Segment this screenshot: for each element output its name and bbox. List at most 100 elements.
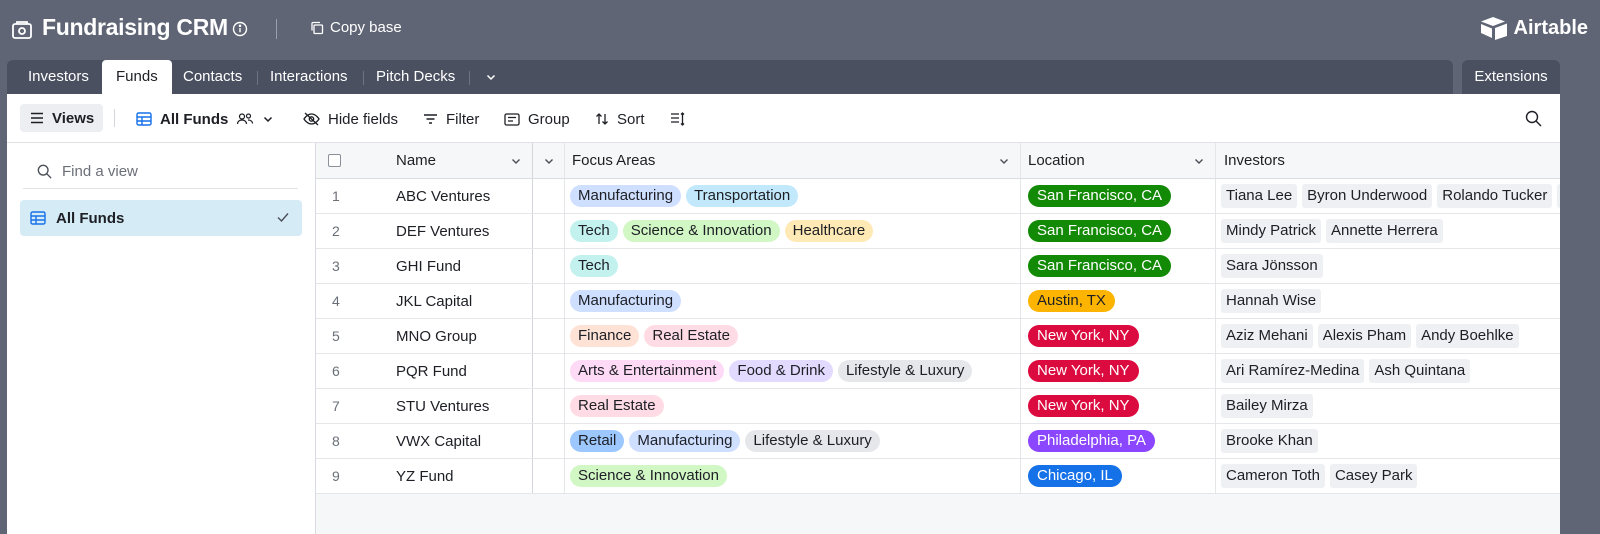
table-row[interactable]: 3 GHI Fund Tech San Francisco, CA Sara Jönss…	[316, 249, 1560, 284]
column-header-focus-areas[interactable]: Focus Areas	[565, 143, 1021, 178]
cell-focus-areas[interactable]: Arts & Entertainment Food & Drink Lifestyl…	[565, 354, 1021, 388]
chevron-down-icon[interactable]	[998, 155, 1010, 167]
cell-location[interactable]: New York, NY	[1021, 354, 1216, 388]
investor-link-chip[interactable]: Alexis Pham	[1317, 324, 1412, 348]
cell-spacer[interactable]	[533, 179, 565, 213]
table-row[interactable]: 2 DEF Ventures Tech Science & Innovation Hea…	[316, 214, 1560, 249]
investor-link-chip[interactable]: Ash Quintana	[1369, 359, 1471, 383]
cell-investors[interactable]: Mindy Patrick Annette Herrera	[1216, 214, 1560, 248]
column-header-investors[interactable]: Investors	[1216, 143, 1560, 178]
table-row[interactable]: 7 STU Ventures Real Estate New York, NY Bail…	[316, 389, 1560, 424]
tab-interactions[interactable]: Interactions	[256, 60, 362, 94]
cell-name[interactable]: GHI Fund	[386, 249, 533, 283]
investor-link-chip[interactable]: Sara Jönsson	[1221, 254, 1323, 278]
info-icon[interactable]	[232, 21, 248, 37]
investor-link-chip[interactable]: Ari Ramírez-Medina	[1221, 359, 1365, 383]
table-row[interactable]: 6 PQR Fund Arts & Entertainment Food & Drin…	[316, 354, 1560, 389]
row-height-button[interactable]	[670, 106, 686, 132]
investor-link-chip[interactable]: Rolando Tucker	[1437, 184, 1553, 208]
cell-focus-areas[interactable]: Tech	[565, 249, 1021, 283]
cell-location[interactable]: Philadelphia, PA	[1021, 424, 1216, 458]
column-header-spacer[interactable]	[533, 143, 565, 178]
cell-spacer[interactable]	[533, 319, 565, 353]
investor-link-chip[interactable]: Andy Boehlke	[1416, 324, 1519, 348]
cell-name[interactable]: STU Ventures	[386, 389, 533, 423]
cell-name[interactable]: VWX Capital	[386, 424, 533, 458]
table-row[interactable]: 4 JKL Capital Manufacturing Austin, TX Hanna…	[316, 284, 1560, 319]
investor-link-chip[interactable]: Annette Herrera	[1326, 219, 1443, 243]
cell-investors[interactable]: Cameron Toth Casey Park	[1216, 459, 1560, 493]
cell-focus-areas[interactable]: Manufacturing Transportation	[565, 179, 1021, 213]
cell-name[interactable]: JKL Capital	[386, 284, 533, 318]
table-row[interactable]: 5 MNO Group Finance Real Estate New York, NY…	[316, 319, 1560, 354]
base-title[interactable]: Fundraising CRM	[42, 14, 228, 41]
investor-link-chip[interactable]: Mindy Patrick	[1221, 219, 1322, 243]
column-header-location[interactable]: Location	[1021, 143, 1216, 178]
cell-investors[interactable]: Sara Jönsson	[1216, 249, 1560, 283]
cell-focus-areas[interactable]: Tech Science & Innovation Healthcare	[565, 214, 1021, 248]
extensions-button[interactable]: Extensions	[1462, 60, 1560, 94]
chevron-down-icon[interactable]	[1193, 155, 1205, 167]
tab-funds[interactable]: Funds	[102, 60, 172, 95]
cell-spacer[interactable]	[533, 284, 565, 318]
investor-link-chip[interactable]: Casey Park	[1329, 464, 1418, 488]
hide-fields-button[interactable]: Hide fields	[303, 106, 398, 132]
cell-spacer[interactable]	[533, 249, 565, 283]
cell-location[interactable]: San Francisco, CA	[1021, 214, 1216, 248]
cell-spacer[interactable]	[533, 459, 565, 493]
cell-location[interactable]: San Francisco, CA	[1021, 249, 1216, 283]
cell-name[interactable]: PQR Fund	[386, 354, 533, 388]
investor-link-chip[interactable]: A	[1557, 184, 1560, 208]
filter-button[interactable]: Filter	[423, 106, 479, 132]
table-row[interactable]: 1 ABC Ventures Manufacturing Transportation…	[316, 179, 1560, 214]
base-icon[interactable]	[10, 18, 34, 42]
chevron-down-icon[interactable]	[510, 155, 522, 167]
copy-base-button[interactable]: Copy base	[310, 19, 402, 36]
more-tables-button[interactable]	[476, 60, 506, 94]
sidebar-view-all-funds[interactable]: All Funds	[20, 200, 302, 236]
tab-investors[interactable]: Investors	[14, 60, 103, 94]
investor-link-chip[interactable]: Brooke Khan	[1221, 429, 1318, 453]
search-icon[interactable]	[1525, 110, 1542, 127]
cell-focus-areas[interactable]: Real Estate	[565, 389, 1021, 423]
cell-name[interactable]: DEF Ventures	[386, 214, 533, 248]
cell-investors[interactable]: Tiana LeeByron UnderwoodRolando TuckerA	[1216, 179, 1560, 213]
table-row[interactable]: 8 VWX Capital Retail Manufacturing Lifestyle…	[316, 424, 1560, 459]
airtable-logo[interactable]: Airtable	[1480, 16, 1588, 40]
find-view-input[interactable]	[62, 163, 282, 180]
cell-location[interactable]: New York, NY	[1021, 389, 1216, 423]
cell-spacer[interactable]	[533, 214, 565, 248]
cell-focus-areas[interactable]: Science & Innovation	[565, 459, 1021, 493]
investor-link-chip[interactable]: Aziz Mehani	[1221, 324, 1313, 348]
cell-investors[interactable]: Aziz Mehani Alexis Pham Andy Boehlke	[1216, 319, 1560, 353]
view-switcher[interactable]: All Funds	[136, 106, 274, 132]
cell-spacer[interactable]	[533, 424, 565, 458]
column-header-name[interactable]: Name	[386, 143, 533, 178]
table-row[interactable]: 9 YZ Fund Science & Innovation Chicago, IL C…	[316, 459, 1560, 494]
cell-spacer[interactable]	[533, 354, 565, 388]
cell-name[interactable]: MNO Group	[386, 319, 533, 353]
cell-investors[interactable]: Bailey Mirza	[1216, 389, 1560, 423]
cell-investors[interactable]: Hannah Wise	[1216, 284, 1560, 318]
cell-location[interactable]: San Francisco, CA	[1021, 179, 1216, 213]
cell-focus-areas[interactable]: Retail Manufacturing Lifestyle & Luxury	[565, 424, 1021, 458]
investor-link-chip[interactable]: Tiana Lee	[1221, 184, 1298, 208]
investor-link-chip[interactable]: Byron Underwood	[1302, 184, 1433, 208]
cell-spacer[interactable]	[533, 389, 565, 423]
cell-location[interactable]: Austin, TX	[1021, 284, 1216, 318]
cell-focus-areas[interactable]: Manufacturing	[565, 284, 1021, 318]
cell-focus-areas[interactable]: Finance Real Estate	[565, 319, 1021, 353]
sort-button[interactable]: Sort	[595, 106, 645, 132]
cell-name[interactable]: YZ Fund	[386, 459, 533, 493]
tab-pitch-decks[interactable]: Pitch Decks	[362, 60, 469, 94]
cell-name[interactable]: ABC Ventures	[386, 179, 533, 213]
cell-location[interactable]: Chicago, IL	[1021, 459, 1216, 493]
investor-link-chip[interactable]: Cameron Toth	[1221, 464, 1325, 488]
cell-investors[interactable]: Brooke Khan	[1216, 424, 1560, 458]
select-all-checkbox[interactable]	[328, 154, 341, 167]
views-button[interactable]: Views	[20, 104, 104, 132]
cell-investors[interactable]: Ari Ramírez-Medina Ash Quintana	[1216, 354, 1560, 388]
group-button[interactable]: Group	[504, 106, 570, 132]
investor-link-chip[interactable]: Hannah Wise	[1221, 289, 1322, 313]
cell-location[interactable]: New York, NY	[1021, 319, 1216, 353]
